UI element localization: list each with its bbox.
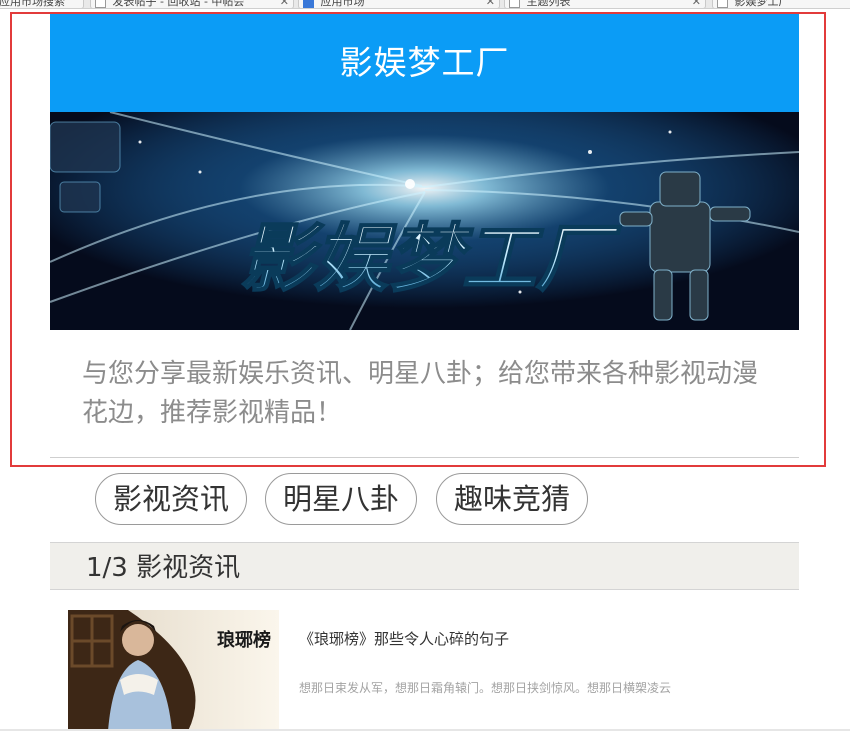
page-icon [717,0,728,8]
browser-tab-label: 主题列表 [526,0,571,8]
site-header: 影娱梦工厂 [50,14,799,112]
close-icon[interactable]: ✕ [692,0,701,8]
page-icon [95,0,106,8]
banner-artwork: 影娱梦工厂 [50,112,799,330]
browser-tab-label: 发表帖子 - 回收站 - 中帖会 [112,0,245,8]
divider [50,457,799,458]
nav-button-celebrity-gossip[interactable]: 明星八卦 [265,473,417,525]
browser-tab[interactable]: 主题列表 ✕ [504,0,706,8]
browser-tab[interactable]: 发表帖子 - 回收站 - 中帖会 ✕ [90,0,294,8]
section-header: 1/3 影视资讯 [50,542,799,590]
nav-button-movie-news[interactable]: 影视资讯 [95,473,247,525]
thumbnail-artwork: 琅琊榜 [68,610,279,731]
article-description: 想那日束发从军，想那日霜角辕门。想那日挟剑惊风。想那日横槊凌云 [299,681,672,695]
close-icon[interactable]: ✕ [280,0,289,8]
browser-tab-label: 应用市场搜索 [0,0,65,8]
site-title: 影娱梦工厂 [339,43,510,82]
banner-logo-text: 影娱梦工厂 [240,216,621,302]
browser-tab-strip: 应用市场搜索 发表帖子 - 回收站 - 中帖会 ✕ 应用市场 ✕ 主题列表 ✕ … [0,0,850,9]
article-thumbnail[interactable]: 琅琊榜 [68,610,279,731]
close-icon[interactable]: ✕ [486,0,495,8]
browser-tab-label: 影娱梦工厂 [734,0,790,8]
nav-button-quiz[interactable]: 趣味竞猜 [436,473,588,525]
intro-text: 与您分享最新娱乐资讯、明星八卦；给您带来各种影视动漫花边，推荐影视精品！ [82,359,759,428]
page-icon [303,0,314,8]
page-icon [509,0,520,8]
article-title[interactable]: 《琅琊榜》那些令人心碎的句子 [299,628,509,649]
browser-tab[interactable]: 应用市场 ✕ [298,0,500,8]
thumbnail-text: 琅琊榜 [217,629,271,651]
browser-tab[interactable]: 应用市场搜索 [0,0,84,8]
browser-tab[interactable]: 影娱梦工厂 [712,0,850,8]
section-title: 1/3 影视资讯 [86,553,241,583]
banner-image: 影娱梦工厂 [50,112,799,330]
browser-tab-label: 应用市场 [320,0,365,8]
